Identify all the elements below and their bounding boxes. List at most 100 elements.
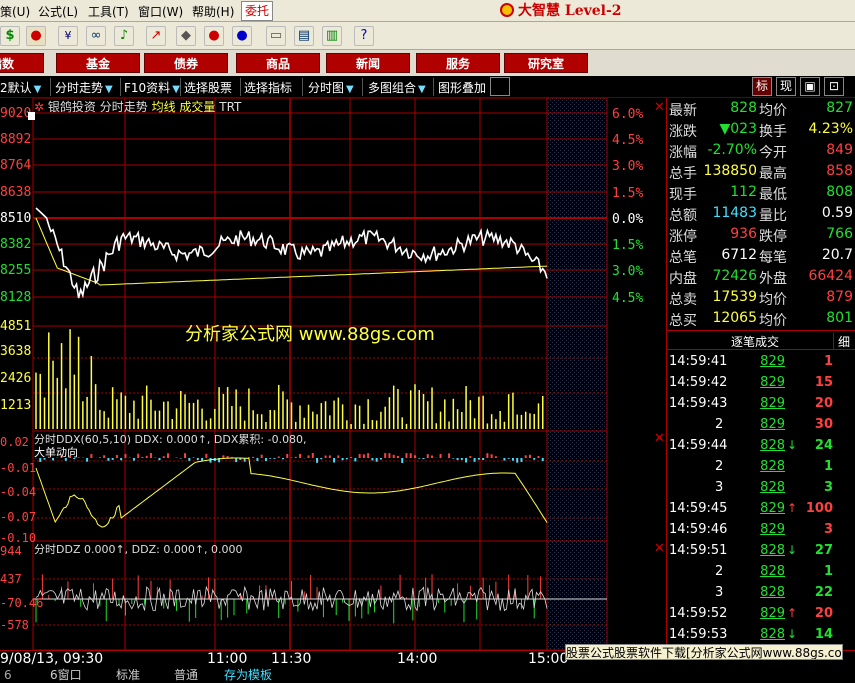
close-icon[interactable]: ✕: [654, 431, 665, 446]
risefall-icon[interactable]: ↗: [146, 26, 166, 46]
pct-tick-label: 1.5%: [612, 186, 643, 201]
sub-intraday-chart[interactable]: 分时图 ▼: [308, 79, 354, 96]
sub-select-indicator[interactable]: 选择指标: [244, 79, 292, 96]
ddx-cumulative-line: [35, 457, 548, 528]
stocks-icon[interactable]: ●: [26, 26, 46, 46]
nav-service-button[interactable]: 服务: [416, 53, 500, 73]
help-icon[interactable]: ?: [354, 26, 374, 46]
chart-canvas[interactable]: 9020 8892 8764 8638 8510 8382 8255 8128 6.0% 4.5%…: [0, 97, 666, 651]
tick-volume: 30: [814, 417, 833, 432]
nav-research-button[interactable]: 研究室: [504, 53, 588, 73]
tick-detail-button[interactable]: 细: [833, 333, 850, 350]
separator: [302, 78, 303, 96]
quote-row: 涨停 936 跌停 766: [667, 226, 855, 247]
quote-label: 今开: [759, 145, 787, 161]
sub-default-label: 2默认: [0, 81, 32, 95]
menu-tools[interactable]: 工具(T): [88, 3, 129, 20]
volume-tick-label: 4851: [0, 319, 31, 334]
ddz-header: 分时DDZ 0.000↑, DDZ: 0.000↑, 0.000: [34, 543, 243, 556]
ddz-tick-label: 437: [0, 572, 22, 586]
tab-6window[interactable]: 6窗口: [46, 667, 86, 683]
weituo-button[interactable]: 委托: [241, 1, 273, 21]
sub-toolbar: 2默认 ▼ 分时走势 ▼ F10资料 ▼ 选择股票 选择指标 分时图 ▼ 多图组合 ▼ 图…: [0, 76, 855, 98]
overlay-toggle[interactable]: [490, 77, 510, 96]
rmb-icon[interactable]: ¥: [58, 26, 78, 46]
nav-bond-button[interactable]: 债券: [144, 53, 228, 73]
tick-row: 14:59:44 828 ↓ 24: [667, 438, 855, 459]
separator: [120, 78, 121, 96]
nav-fund-button[interactable]: 基金: [56, 53, 140, 73]
tab-normal[interactable]: 普通: [170, 667, 202, 683]
quote-value: 0.59: [821, 205, 853, 221]
alarm-icon[interactable]: ♪: [114, 26, 134, 46]
books-icon[interactable]: ▥: [322, 26, 342, 46]
notepad-icon[interactable]: ▭: [266, 26, 286, 46]
binoculars-icon[interactable]: ∞: [86, 26, 106, 46]
quote-label: 涨幅: [669, 145, 697, 161]
tick-row: 3 828 3: [667, 480, 855, 501]
separator: [362, 78, 363, 96]
quote-value: 72426: [712, 268, 757, 284]
quote-label: 总手: [669, 166, 697, 182]
pct-tick-label: 3.0%: [612, 159, 643, 174]
tab-standard[interactable]: 标: [752, 77, 772, 96]
ddx-tick-label: 0.02: [0, 435, 29, 449]
diamond-icon[interactable]: ◆: [176, 26, 196, 46]
sub-intraday[interactable]: 分时走势 ▼: [55, 79, 113, 96]
window-icon[interactable]: ▤: [294, 26, 314, 46]
volume-tick-label: 3638: [0, 344, 31, 359]
time-axis-1400: 14:00: [397, 651, 438, 667]
tab-current[interactable]: 现: [776, 77, 796, 96]
quote-value: 936: [730, 226, 757, 242]
sub-select-stock[interactable]: 选择股票: [184, 79, 232, 96]
tick-price: 829: [760, 396, 785, 411]
tick-row: 2 829 30: [667, 417, 855, 438]
tab-save-template[interactable]: 存为模板: [220, 667, 276, 683]
menu-help[interactable]: 帮助(H): [192, 3, 234, 20]
sub-f10[interactable]: F10资料 ▼: [124, 79, 180, 96]
menu-formula[interactable]: 公式(L): [38, 3, 78, 20]
tick-row: 14:59:51 828 ↓ 27: [667, 543, 855, 564]
sub-multi-chart[interactable]: 多图组合 ▼: [368, 79, 426, 96]
promo-banner[interactable]: 股票公式股票软件下载[分析家公式网www.88gs.com]: [565, 644, 843, 660]
nav-commodity-button[interactable]: 商品: [236, 53, 320, 73]
time-axis-start: 9/08/13, 09:30: [0, 651, 104, 667]
tab-first[interactable]: 6: [0, 667, 16, 683]
legend-intraday: 分时走势: [99, 100, 148, 114]
cross-icon[interactable]: ●: [232, 26, 252, 46]
tick-time: 14:59:46: [669, 522, 728, 537]
nav-index-button[interactable]: 指数: [0, 53, 44, 73]
tick-row: 14:59:43 829 20: [667, 396, 855, 417]
quote-value: 858: [826, 163, 853, 179]
ddx-tick-label: -0.07: [0, 510, 36, 524]
tick-price: 828: [760, 564, 785, 579]
tick-time: 14:59:53: [669, 627, 728, 642]
price-tick-label: 8128: [0, 290, 31, 305]
sub-overlay[interactable]: 图形叠加: [438, 79, 486, 96]
tick-price: 829: [760, 354, 785, 369]
menu-bar: 策(U) 公式(L) 工具(T) 窗口(W) 帮助(H) 委托 大智慧 Leve…: [0, 0, 855, 22]
sub-default[interactable]: 2默认 ▼: [0, 79, 41, 96]
quote-row: 最新 828 均价 827: [667, 100, 855, 121]
speed-icon[interactable]: ●: [204, 26, 224, 46]
menu-strategy[interactable]: 策(U): [0, 3, 30, 20]
panel-restore-icon[interactable]: ▣: [800, 77, 820, 96]
volume-tick-label: 1213: [0, 398, 31, 413]
intraday-chart[interactable]: 9020 8892 8764 8638 8510 8382 8255 8128 6.0% 4.5%…: [0, 97, 666, 651]
close-icon[interactable]: ✕: [654, 541, 665, 556]
menu-window[interactable]: 窗口(W): [138, 3, 183, 20]
panel-max-icon[interactable]: ⊡: [824, 77, 844, 96]
sub-intraday-chart-label: 分时图: [308, 81, 345, 95]
quote-value: ▼023: [719, 121, 758, 137]
quote-value: 808: [826, 184, 853, 200]
quote-row: 总额 11483 量比 0.59: [667, 205, 855, 226]
dollar-icon[interactable]: $: [0, 26, 20, 46]
tick-volume: 14: [814, 627, 833, 642]
nav-news-button[interactable]: 新闻: [326, 53, 410, 73]
tab-standard-view[interactable]: 标准: [112, 667, 144, 683]
quote-label: 总额: [669, 208, 697, 224]
pct-tick-label: 4.5%: [612, 133, 643, 148]
time-axis-1130: 11:30: [271, 651, 312, 667]
separator: [180, 78, 181, 96]
close-icon[interactable]: ✕: [654, 100, 665, 115]
